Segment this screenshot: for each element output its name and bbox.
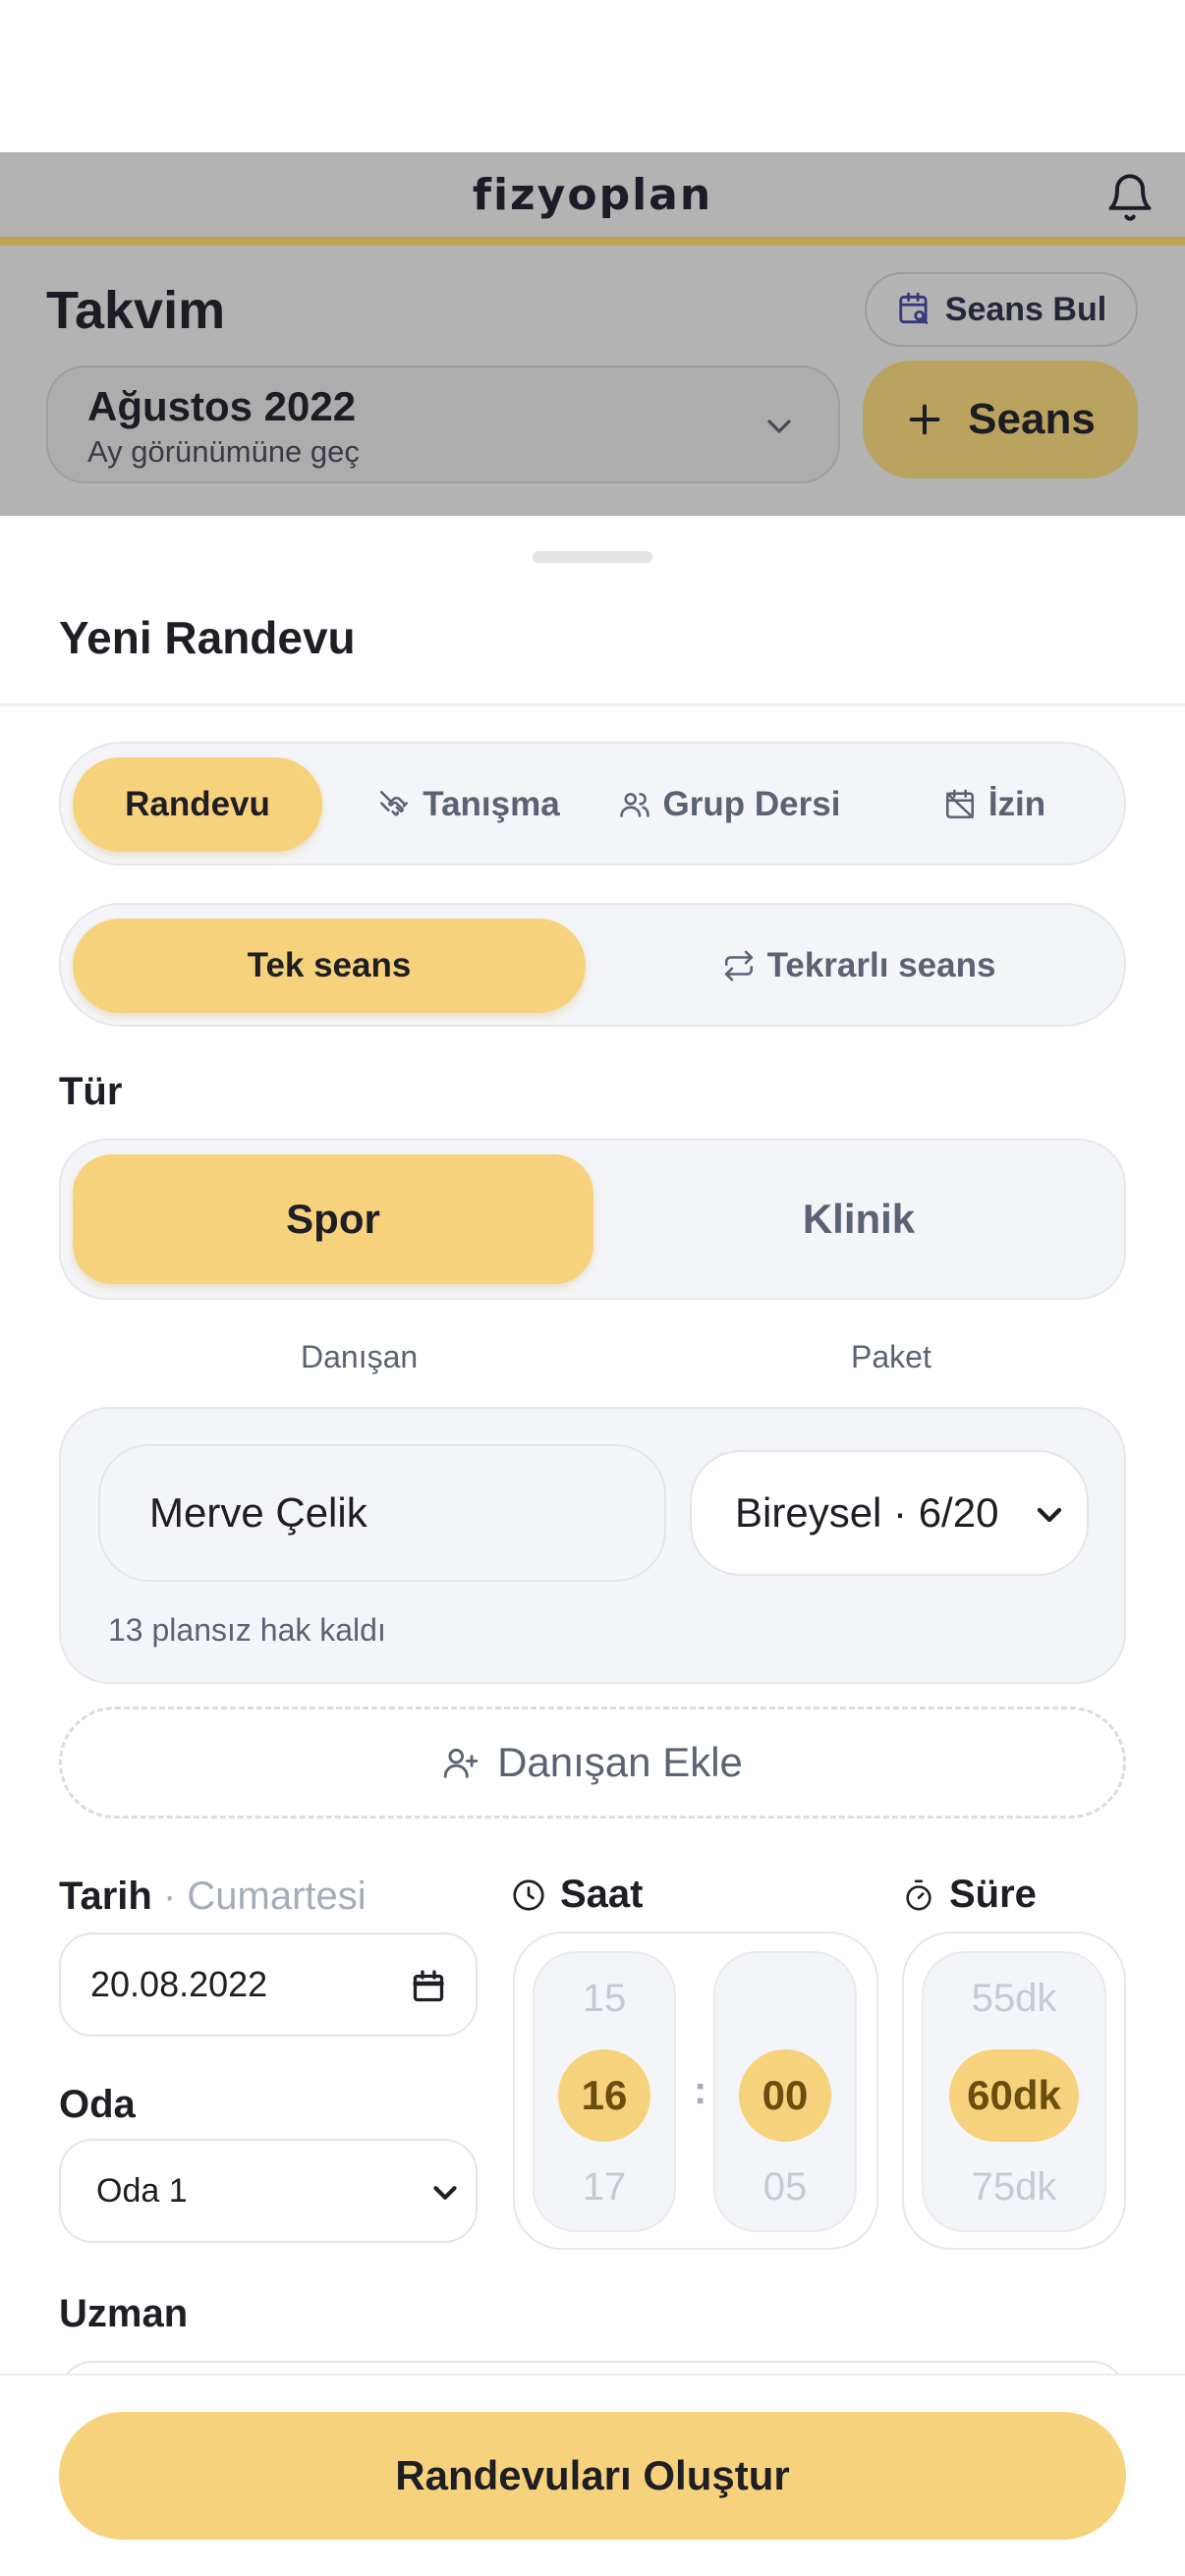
hour-next[interactable]: 17 — [535, 2165, 674, 2210]
calendar-toolbar: Takvim Seans Bul Ağustos 2022 Ay görünüm… — [0, 246, 1185, 516]
time-label: Saat — [511, 1873, 644, 1917]
duration-selected[interactable]: 60dk — [949, 2049, 1079, 2142]
tab-randevu[interactable]: Randevu — [73, 757, 322, 852]
chevron-down-icon — [1030, 1495, 1069, 1535]
tab-spor[interactable]: Spor — [73, 1154, 593, 1284]
hour-wheel[interactable]: 15 16 17 — [533, 1951, 676, 2232]
appointment-type-tabs: Randevu Tanışma Grup Dersi İzin — [59, 742, 1126, 866]
hour-prev[interactable]: 15 — [535, 1977, 674, 2021]
tab-label: Tek seans — [247, 946, 412, 984]
session-frequency-tabs: Tek seans Tekrarlı seans — [59, 903, 1126, 1027]
date-field[interactable]: 20.08.2022 — [59, 1932, 478, 2037]
client-name-field[interactable]: Merve Çelik — [98, 1444, 666, 1582]
users-icon — [618, 788, 651, 821]
tab-recurring-session[interactable]: Tekrarlı seans — [603, 919, 1114, 1013]
hour-selected[interactable]: 16 — [558, 2049, 650, 2142]
sheet-footer: Randevuları Oluştur — [0, 2374, 1185, 2576]
create-appointments-button[interactable]: Randevuları Oluştur — [59, 2412, 1126, 2540]
clock-icon — [511, 1877, 546, 1913]
remaining-credits-text: 13 plansız hak kaldı — [108, 1612, 386, 1648]
tab-izin[interactable]: İzin — [876, 757, 1112, 852]
find-session-label: Seans Bul — [944, 290, 1107, 328]
time-picker: 15 16 17 : 00 05 — [513, 1932, 878, 2250]
add-session-button[interactable]: Seans — [863, 361, 1138, 478]
time-label-text: Saat — [560, 1873, 644, 1916]
repeat-icon — [722, 949, 756, 982]
package-select[interactable]: Bireysel · 6/20 — [690, 1450, 1089, 1576]
calendar-off-icon — [943, 788, 977, 821]
month-label: Ağustos 2022 — [87, 383, 357, 429]
month-selector[interactable]: Ağustos 2022 Ay görünümüne geç — [46, 365, 840, 483]
duration-prev[interactable]: 55dk — [924, 1977, 1104, 2021]
package-column-label: Paket — [851, 1339, 931, 1374]
package-value: Bireysel · 6/20 — [735, 1489, 999, 1536]
page-title: Takvim — [46, 281, 226, 340]
add-session-label: Seans — [968, 395, 1096, 443]
tab-label: Klinik — [802, 1196, 916, 1242]
weekday-text: · Cumartesi — [162, 1875, 367, 1918]
date-label: Tarih · Cumartesi — [59, 1875, 367, 1919]
duration-picker: 55dk 60dk 75dk — [902, 1932, 1126, 2250]
tab-grup-dersi[interactable]: Grup Dersi — [601, 757, 857, 852]
add-client-label: Danışan Ekle — [497, 1739, 743, 1785]
room-label: Oda — [59, 2083, 136, 2126]
date-value: 20.08.2022 — [90, 1964, 268, 2004]
tab-label: Spor — [286, 1196, 380, 1242]
add-client-button[interactable]: Danışan Ekle — [59, 1707, 1126, 1819]
client-column-label: Danışan — [301, 1339, 419, 1374]
minute-wheel[interactable]: 00 05 — [713, 1951, 857, 2232]
tab-tanisma[interactable]: Tanışma — [346, 757, 592, 852]
duration-label: Süre — [902, 1873, 1037, 1917]
tab-label: İzin — [988, 785, 1046, 823]
user-plus-icon — [442, 1744, 480, 1781]
date-label-text: Tarih — [59, 1875, 152, 1918]
bell-icon[interactable] — [1104, 172, 1156, 223]
find-session-button[interactable]: Seans Bul — [865, 272, 1138, 347]
time-separator: : — [694, 2069, 707, 2112]
minute-next[interactable]: 05 — [715, 2165, 855, 2210]
new-appointment-sheet: Yeni Randevu Randevu Tanışma Grup Dersi — [0, 516, 1185, 2576]
tab-label: Grup Dersi — [662, 785, 841, 823]
tab-label: Tekrarlı seans — [766, 946, 996, 984]
handshake-icon — [377, 788, 411, 821]
calendar-icon[interactable] — [411, 1969, 446, 2004]
duration-next[interactable]: 75dk — [924, 2165, 1104, 2210]
client-entry: Merve Çelik Bireysel · 6/20 13 plansız h… — [59, 1407, 1126, 1684]
tab-label: Randevu — [125, 785, 270, 823]
tab-klinik[interactable]: Klinik — [603, 1154, 1114, 1284]
tab-single-session[interactable]: Tek seans — [73, 919, 586, 1013]
minute-selected[interactable]: 00 — [739, 2049, 831, 2142]
sheet-title: Yeni Randevu — [59, 612, 356, 663]
room-value: Oda 1 — [96, 2171, 188, 2210]
room-select[interactable]: Oda 1 — [59, 2139, 478, 2243]
stopwatch-icon — [902, 1878, 935, 1912]
duration-wheel[interactable]: 55dk 60dk 75dk — [922, 1951, 1106, 2232]
divider — [0, 703, 1185, 706]
month-view-hint: Ay görünümüne geç — [87, 434, 360, 469]
kind-tabs: Spor Klinik — [59, 1139, 1126, 1300]
expert-label: Uzman — [59, 2292, 189, 2335]
sheet-drag-handle[interactable] — [533, 551, 652, 563]
kind-label: Tür — [59, 1070, 123, 1113]
header-accent-line — [0, 237, 1185, 246]
chevron-down-icon — [426, 2174, 464, 2212]
chevron-down-icon — [760, 407, 799, 446]
tab-label: Tanışma — [423, 785, 560, 823]
calendar-search-icon — [896, 291, 933, 328]
app-logo: fizyoplan — [472, 170, 713, 220]
app-header: fizyoplan — [0, 152, 1185, 244]
plus-icon — [905, 400, 944, 439]
duration-label-text: Süre — [949, 1873, 1037, 1916]
status-bar-area — [0, 0, 1185, 152]
